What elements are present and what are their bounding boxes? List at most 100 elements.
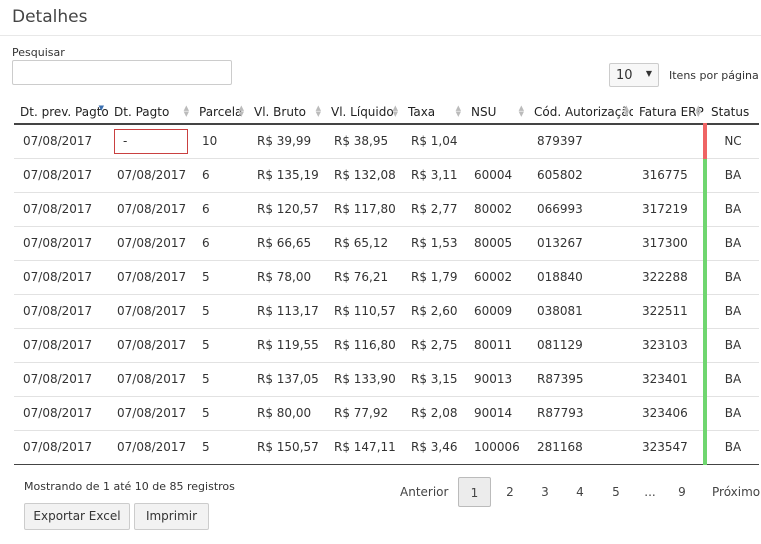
search-input[interactable] <box>12 60 232 85</box>
cell-vl-bruto: R$ 66,65 <box>248 226 325 261</box>
page-size-label: Itens por página <box>669 69 759 82</box>
table-row[interactable]: 07/08/2017 07/08/2017 6 R$ 135,19 R$ 132… <box>14 158 759 193</box>
status-badge: BA <box>703 396 759 431</box>
status-badge: NC <box>703 124 759 159</box>
cell-vl-liquido: R$ 110,57 <box>325 294 402 329</box>
table-row[interactable]: 07/08/2017 07/08/2017 5 R$ 113,17 R$ 110… <box>14 294 759 329</box>
pagination-page-3[interactable]: 3 <box>537 477 553 507</box>
cell-vl-bruto: R$ 80,00 <box>248 396 325 431</box>
export-excel-button[interactable]: Exportar Excel <box>24 503 130 530</box>
search-label: Pesquisar <box>12 46 65 59</box>
cell-cod-autorizacao: 879397 <box>528 124 633 159</box>
cell-taxa: R$ 2,77 <box>402 192 465 227</box>
status-badge: BA <box>703 260 759 295</box>
pagination-page-1[interactable]: 1 <box>458 477 491 507</box>
cell-vl-liquido: R$ 132,08 <box>325 158 402 193</box>
cell-vl-liquido: R$ 133,90 <box>325 362 402 397</box>
col-header-label: Taxa <box>408 104 436 119</box>
cell-dt-prev-pagto: 07/08/2017 <box>14 362 108 397</box>
sort-icon: ▲ ▼ <box>623 104 629 118</box>
cell-nsu: 60002 <box>465 260 528 295</box>
table-row[interactable]: 07/08/2017 07/08/2017 5 R$ 150,57 R$ 147… <box>14 430 759 465</box>
cell-fatura-erp: 323401 <box>633 362 705 397</box>
cell-taxa: R$ 1,53 <box>402 226 465 261</box>
cell-cod-autorizacao: R87793 <box>528 396 633 431</box>
pagination-page-9[interactable]: 9 <box>674 477 690 507</box>
cell-vl-liquido: R$ 38,95 <box>325 124 402 159</box>
col-header-dt-pagto[interactable]: Dt. Pagto ▲ ▼ <box>108 100 193 125</box>
pagination-previous[interactable]: Anterior <box>400 477 448 507</box>
cell-cod-autorizacao: 066993 <box>528 192 633 227</box>
table-row[interactable]: 07/08/2017 07/08/2017 6 R$ 120,57 R$ 117… <box>14 192 759 227</box>
cell-vl-liquido: R$ 77,92 <box>325 396 402 431</box>
cell-dt-prev-pagto: 07/08/2017 <box>14 226 108 261</box>
cell-fatura-erp: 323103 <box>633 328 705 363</box>
table-row[interactable]: 07/08/2017 07/08/2017 5 R$ 119,55 R$ 116… <box>14 328 759 363</box>
cell-dt-pagto: 07/08/2017 <box>108 260 193 295</box>
cell-dt-pagto: 07/08/2017 <box>108 328 193 363</box>
pagination-page-4[interactable]: 4 <box>572 477 588 507</box>
cell-dt-prev-pagto: 07/08/2017 <box>14 430 108 465</box>
table-row[interactable]: 07/08/2017 07/08/2017 5 R$ 80,00 R$ 77,9… <box>14 396 759 431</box>
cell-dt-prev-pagto: 07/08/2017 <box>14 158 108 193</box>
cell-parcela: 6 <box>193 158 248 193</box>
cell-vl-bruto: R$ 137,05 <box>248 362 325 397</box>
cell-dt-prev-pagto: 07/08/2017 <box>14 260 108 295</box>
cell-vl-bruto: R$ 39,99 <box>248 124 325 159</box>
cell-fatura-erp: 316775 <box>633 158 705 193</box>
col-header-cod-autorizacao[interactable]: Cód. Autorização ▲ ▼ <box>528 100 633 125</box>
col-header-label: Status <box>711 104 750 119</box>
cell-nsu: 80011 <box>465 328 528 363</box>
table-row[interactable]: 07/08/2017 07/08/2017 5 R$ 137,05 R$ 133… <box>14 362 759 397</box>
dt-pagto-field-invalid[interactable]: - <box>114 128 188 154</box>
pagination-page-2[interactable]: 2 <box>502 477 518 507</box>
cell-nsu: 100006 <box>465 430 528 465</box>
col-header-vl-liquido[interactable]: Vl. Líquido ▲ ▼ <box>325 100 402 125</box>
sort-desc-icon: ▼ <box>98 104 104 112</box>
cell-nsu: 90013 <box>465 362 528 397</box>
cell-parcela: 10 <box>193 124 248 159</box>
col-header-nsu[interactable]: NSU ▲ ▼ <box>465 100 528 125</box>
page-size-select[interactable]: 10 ▼ <box>609 63 659 87</box>
table-row[interactable]: 07/08/2017 07/08/2017 6 R$ 66,65 R$ 65,1… <box>14 226 759 261</box>
col-header-vl-bruto[interactable]: Vl. Bruto ▲ ▼ <box>248 100 325 125</box>
cell-dt-pagto[interactable]: - <box>108 124 193 159</box>
cell-cod-autorizacao: 018840 <box>528 260 633 295</box>
col-header-taxa[interactable]: Taxa ▲ ▼ <box>402 100 465 125</box>
status-badge: BA <box>703 192 759 227</box>
table-header-row: Dt. prev. Pagto ▼ Dt. Pagto ▲ ▼ Parcela ▲ ▼ V… <box>14 100 759 125</box>
cell-vl-liquido: R$ 76,21 <box>325 260 402 295</box>
cell-vl-bruto: R$ 78,00 <box>248 260 325 295</box>
cell-taxa: R$ 3,46 <box>402 430 465 465</box>
status-badge: BA <box>703 328 759 363</box>
cell-vl-bruto: R$ 120,57 <box>248 192 325 227</box>
col-header-status[interactable]: Status <box>705 100 759 125</box>
cell-dt-pagto: 07/08/2017 <box>108 294 193 329</box>
cell-dt-pagto: 07/08/2017 <box>108 430 193 465</box>
cell-dt-prev-pagto: 07/08/2017 <box>14 192 108 227</box>
cell-parcela: 5 <box>193 260 248 295</box>
cell-fatura-erp: 317300 <box>633 226 705 261</box>
col-header-parcela[interactable]: Parcela ▲ ▼ <box>193 100 248 125</box>
cell-nsu <box>465 124 528 159</box>
col-header-label: Parcela <box>199 104 243 119</box>
cell-vl-liquido: R$ 117,80 <box>325 192 402 227</box>
cell-cod-autorizacao: 038081 <box>528 294 633 329</box>
col-header-label: NSU <box>471 104 497 119</box>
pagination-next[interactable]: Próximo <box>712 477 760 507</box>
table-row[interactable]: 07/08/2017 - 10 R$ 39,99 R$ 38,95 R$ 1,0… <box>14 124 759 159</box>
cell-taxa: R$ 1,04 <box>402 124 465 159</box>
cell-dt-prev-pagto: 07/08/2017 <box>14 396 108 431</box>
sort-icon: ▲ ▼ <box>455 104 461 118</box>
cell-vl-bruto: R$ 150,57 <box>248 430 325 465</box>
cell-nsu: 60004 <box>465 158 528 193</box>
pagination-page-5[interactable]: 5 <box>608 477 624 507</box>
col-header-dt-prev-pagto[interactable]: Dt. prev. Pagto ▼ <box>14 100 108 125</box>
col-header-fatura-erp[interactable]: Fatura ERP ▲ ▼ <box>633 100 705 125</box>
cell-taxa: R$ 3,15 <box>402 362 465 397</box>
cell-fatura-erp: 323406 <box>633 396 705 431</box>
table-row[interactable]: 07/08/2017 07/08/2017 5 R$ 78,00 R$ 76,2… <box>14 260 759 295</box>
print-button[interactable]: Imprimir <box>134 503 209 530</box>
col-header-label: Dt. prev. Pagto <box>20 104 108 119</box>
cell-fatura-erp: 322288 <box>633 260 705 295</box>
